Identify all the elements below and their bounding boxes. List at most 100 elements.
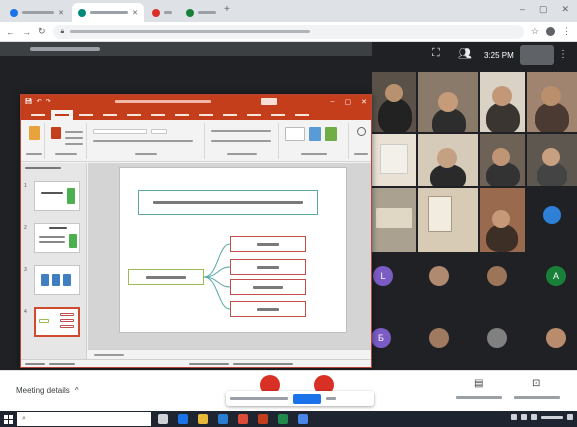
meeting-details-button[interactable]: Meeting details ^ [16, 386, 79, 395]
redo-icon[interactable]: ↷ [46, 98, 51, 105]
ribbon-tab[interactable] [219, 110, 241, 120]
participant-tile[interactable] [372, 72, 416, 132]
participant-tile[interactable] [527, 72, 577, 132]
layout-icon[interactable]: ⛶ [432, 47, 440, 60]
volume-icon[interactable] [521, 414, 527, 420]
powerpoint-icon[interactable] [258, 414, 268, 424]
language-icon[interactable] [531, 414, 537, 420]
windows-start-icon[interactable] [4, 414, 13, 424]
ribbon-tab[interactable] [123, 110, 145, 120]
slide-thumbnail-selected[interactable] [34, 307, 80, 337]
ribbon-tab[interactable] [75, 110, 97, 120]
network-icon[interactable] [511, 414, 517, 420]
participant-avatar-photo[interactable] [487, 328, 507, 348]
participant-avatar-photo[interactable] [429, 328, 449, 348]
participant-avatar[interactable]: Б [371, 328, 391, 348]
captions-icon[interactable]: ▤ [474, 378, 483, 389]
word-icon[interactable] [218, 414, 228, 424]
ribbon-tab[interactable] [147, 110, 169, 120]
slide-thumbnail[interactable] [34, 223, 80, 253]
profile-icon[interactable] [546, 27, 555, 36]
dismiss-notice-button[interactable] [326, 397, 336, 400]
slide-branch-node[interactable] [230, 236, 306, 252]
ribbon-tab[interactable] [195, 110, 217, 120]
zoom-slider[interactable] [233, 363, 293, 365]
participant-avatar-photo[interactable] [546, 328, 566, 348]
ribbon-tab-active[interactable] [51, 110, 73, 120]
save-icon[interactable]: 💾︎ [25, 98, 33, 105]
address-bar[interactable]: 🔒︎ [52, 24, 524, 39]
ribbon-tab[interactable] [99, 110, 121, 120]
slide-branch-node[interactable] [230, 259, 306, 275]
participant-tile[interactable] [418, 72, 478, 132]
forward-icon[interactable]: → [22, 27, 31, 37]
task-view-icon[interactable] [158, 414, 168, 424]
participant-avatar-photo[interactable] [487, 266, 507, 286]
maximize-icon[interactable]: ▢ [539, 4, 548, 15]
ribbon-tab[interactable] [27, 110, 49, 120]
close-window-icon[interactable]: ✕ [561, 4, 569, 15]
arrange-icon[interactable] [309, 127, 321, 141]
participant-avatar[interactable]: A [546, 266, 566, 286]
slide-branch-node[interactable] [230, 279, 306, 295]
slide-center-node[interactable] [128, 269, 204, 285]
maximize-icon[interactable]: ▢ [345, 98, 352, 106]
new-slide-icon[interactable] [51, 127, 61, 139]
stop-presenting-button[interactable] [293, 393, 321, 404]
undo-icon[interactable]: ↶ [37, 98, 42, 105]
participant-tile[interactable] [480, 188, 525, 252]
browser-tab[interactable] [180, 3, 222, 22]
ribbon-tab[interactable] [267, 110, 289, 120]
participant-tile[interactable] [480, 72, 525, 132]
new-tab-icon[interactable]: + [224, 4, 230, 15]
app-icon[interactable] [298, 414, 308, 424]
close-tab-icon[interactable]: ✕ [58, 9, 64, 17]
ribbon-tab[interactable] [243, 110, 265, 120]
quick-styles-icon[interactable] [325, 127, 337, 141]
menu-dots-icon[interactable]: ⋮ [562, 26, 571, 37]
participant-tile[interactable] [418, 134, 478, 186]
slide-thumbnail[interactable] [34, 265, 80, 295]
participant-tile[interactable] [527, 188, 577, 252]
ribbon-tab[interactable] [291, 110, 313, 120]
slide-thumbnail[interactable] [34, 181, 80, 211]
sign-in-button[interactable] [260, 98, 277, 105]
close-tab-icon[interactable]: ✕ [132, 9, 138, 17]
presentation-thumbnail[interactable] [520, 45, 554, 65]
chrome-icon[interactable] [238, 414, 248, 424]
browser-tab-active[interactable]: ✕ [72, 3, 144, 22]
participant-tile[interactable] [527, 134, 577, 186]
current-slide[interactable] [119, 167, 347, 333]
browser-tab[interactable]: ✕ [4, 3, 70, 22]
participant-tile[interactable] [372, 134, 416, 186]
slide-branch-node[interactable] [230, 301, 306, 317]
participant-tile[interactable] [418, 188, 478, 252]
star-icon[interactable]: ☆ [531, 26, 539, 37]
font-size-select[interactable] [151, 129, 167, 134]
shapes-gallery[interactable] [285, 127, 305, 141]
notifications-icon[interactable] [567, 414, 573, 420]
more-options-icon[interactable]: ⋮ [558, 49, 568, 60]
browser-tab[interactable] [146, 3, 178, 22]
participant-tile[interactable] [480, 134, 525, 186]
notes-pane[interactable] [88, 349, 371, 359]
paste-icon[interactable] [29, 126, 40, 140]
taskbar-search-input[interactable]: ⌕ [17, 412, 151, 426]
participant-avatar[interactable]: L [373, 266, 393, 286]
people-icon[interactable]: 👥︎ [458, 47, 472, 60]
minimize-icon[interactable]: – [331, 98, 335, 106]
font-name-select[interactable] [93, 129, 147, 134]
excel-icon[interactable] [278, 414, 288, 424]
reload-icon[interactable]: ↻ [38, 26, 46, 37]
file-explorer-icon[interactable] [198, 414, 208, 424]
present-icon[interactable]: ⊡ [532, 378, 540, 389]
edge-icon[interactable] [178, 414, 188, 424]
ribbon [21, 120, 371, 162]
participant-avatar-photo[interactable] [429, 266, 449, 286]
close-window-icon[interactable]: ✕ [361, 98, 367, 106]
participant-tile[interactable] [372, 188, 416, 252]
ribbon-tab[interactable] [171, 110, 193, 120]
back-icon[interactable]: ← [6, 27, 15, 37]
minimize-icon[interactable]: – [520, 4, 525, 15]
find-icon[interactable] [357, 127, 366, 136]
